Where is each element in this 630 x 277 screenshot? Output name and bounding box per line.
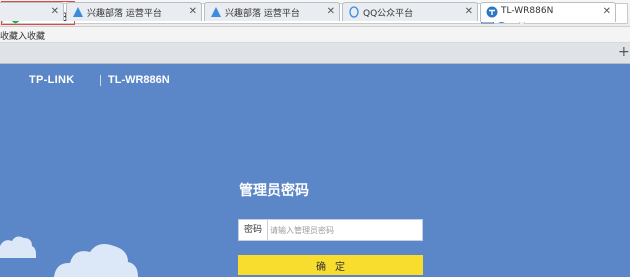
favorites-item[interactable]: 收藏入收藏 [0,29,45,42]
tab-1[interactable]: ✕ [0,2,64,21]
logo-divider [100,75,101,86]
password-label: 密码 [239,220,268,240]
confirm-button[interactable]: 确定 [238,255,423,275]
tab-label: QQ公众平台 [363,9,414,19]
page-title: 管理员密码 [239,183,309,199]
tab-4[interactable]: QQ公众平台 ✕ [342,2,478,21]
new-tab-button[interactable]: + [618,45,630,59]
triangle-tab-icon [211,7,221,17]
brand-logo: TP-LINK [29,74,75,86]
tab-close-icon[interactable]: ✕ [327,6,335,17]
tab-3[interactable]: 兴趣部落 运营平台 ✕ [204,2,340,21]
favorites-bar: 收藏入收藏 [0,27,630,43]
router-login-page: TP-LINK TL-WR886N 管理员密码 密码 确定 [0,64,630,277]
tab-strip [0,43,630,64]
cloud-decoration [54,244,138,277]
tab-label: 兴趣部落 运营平台 [87,9,162,19]
tab-close-icon[interactable]: ✕ [603,6,611,17]
model-name: TL-WR886N [108,74,170,86]
tab-label: 兴趣部落 运营平台 [225,9,300,19]
tab-close-icon[interactable]: ✕ [465,6,473,17]
cloud-decoration [0,236,36,258]
tab-close-icon[interactable]: ✕ [51,6,59,17]
tab-label: TL-WR886N [501,6,554,16]
tab-2[interactable]: 兴趣部落 运营平台 ✕ [66,2,202,21]
tab-close-icon[interactable]: ✕ [189,6,197,17]
tp-link-tab-icon [486,6,498,18]
password-field[interactable]: 密码 [238,219,423,241]
password-input[interactable] [270,222,420,238]
triangle-tab-icon [73,7,83,17]
tab-5-active[interactable]: TL-WR886N ✕ [480,2,616,22]
qq-tab-icon [349,6,359,18]
